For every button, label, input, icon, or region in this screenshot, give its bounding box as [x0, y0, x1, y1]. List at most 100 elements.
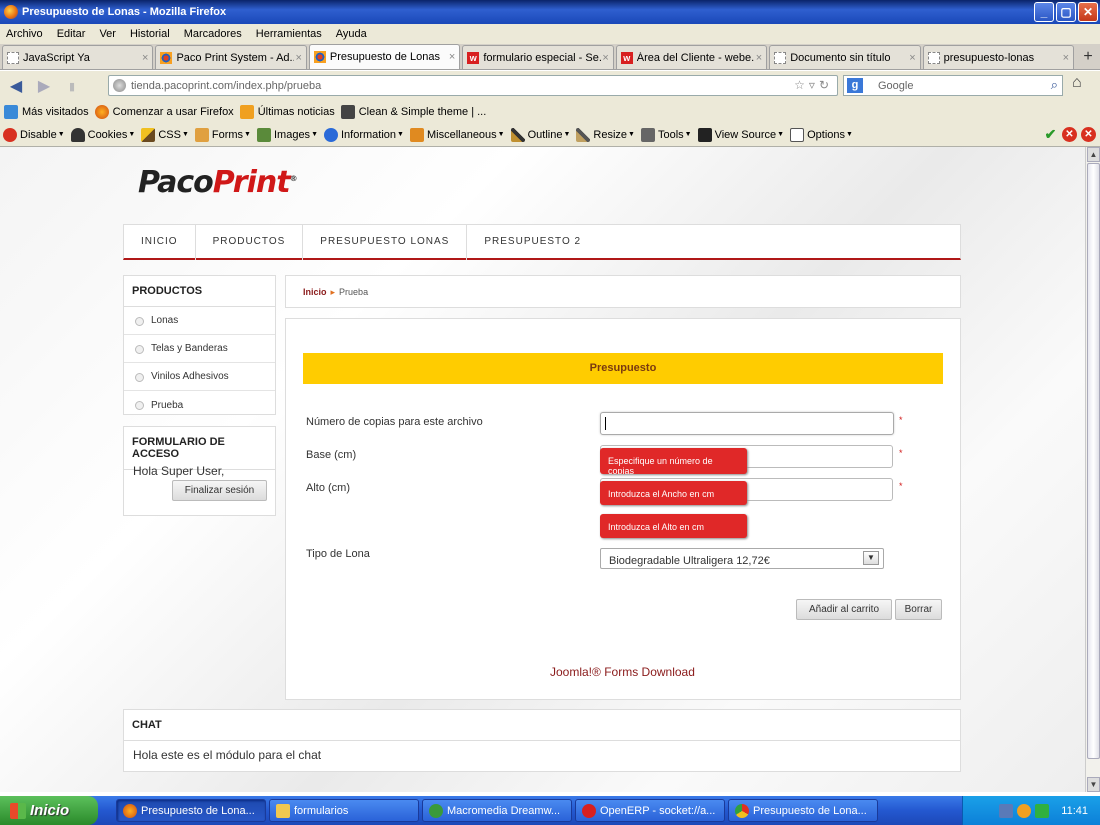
options-menu[interactable]: Options ▼	[790, 127, 853, 142]
bookmark-item[interactable]: Comenzar a usar Firefox	[94, 105, 234, 119]
nav-inicio[interactable]: INICIO	[124, 223, 196, 260]
sidebar-item-telas[interactable]: Telas y Banderas	[124, 335, 275, 363]
scroll-up-icon[interactable]: ▲	[1087, 147, 1100, 162]
bookmark-item[interactable]: Más visitados	[4, 105, 89, 119]
menu-herramientas[interactable]: Herramientas	[256, 28, 322, 40]
chat-text: Hola este es el módulo para el chat	[133, 748, 322, 762]
vertical-scrollbar[interactable]: ▲ ▼	[1085, 147, 1100, 792]
tab-close-icon[interactable]: ×	[756, 52, 762, 64]
error-icon[interactable]: ✕	[1081, 127, 1096, 142]
menu-ayuda[interactable]: Ayuda	[336, 28, 367, 40]
miscellaneous-menu[interactable]: Miscellaneous ▼	[409, 127, 505, 142]
browser-tab[interactable]: w formulario especial - Se... ×	[462, 45, 614, 69]
home-button[interactable]: ⌂	[1072, 74, 1082, 92]
logout-button[interactable]: Finalizar sesión	[172, 480, 267, 501]
navigation-bar: ◀ ▶ ▮ tienda.pacoprint.com/index.php/pru…	[0, 71, 1100, 101]
outline-menu[interactable]: Outline ▼	[510, 127, 570, 142]
view-source-icon	[697, 127, 712, 142]
error-icon[interactable]: ✕	[1062, 127, 1077, 142]
disable-menu[interactable]: Disable ▼	[3, 127, 65, 142]
options-icon	[790, 127, 805, 142]
chevron-down-icon[interactable]: ▼	[863, 551, 879, 565]
bookmark-item[interactable]: Clean & Simple theme | ...	[340, 105, 486, 119]
taskbar-item[interactable]: OpenERP - socket://a...	[575, 799, 725, 822]
browser-tab[interactable]: JavaScript Ya ×	[2, 45, 154, 69]
taskbar-item[interactable]: Presupuesto de Lona...	[728, 799, 878, 822]
resize-icon	[576, 127, 591, 142]
alto-validation-tooltip: Introduzca el Alto en cm	[600, 514, 747, 538]
forms-icon	[194, 127, 209, 142]
rss-icon	[239, 105, 254, 119]
scroll-down-icon[interactable]: ▼	[1087, 777, 1100, 792]
tab-close-icon[interactable]: ×	[449, 51, 455, 63]
sidebar-item-lonas[interactable]: Lonas	[124, 307, 275, 335]
resize-menu[interactable]: Resize ▼	[576, 127, 635, 142]
taskbar-item[interactable]: formularios	[269, 799, 419, 822]
task-label: OpenERP - socket://a...	[600, 804, 716, 817]
taskbar-item[interactable]: Presupuesto de Lona...	[116, 799, 266, 822]
minimize-button[interactable]: _	[1034, 2, 1054, 22]
images-menu[interactable]: Images ▼	[256, 127, 318, 142]
disable-icon	[3, 127, 17, 142]
start-button[interactable]: Inicio	[0, 796, 98, 825]
tipo-select[interactable]: Biodegradable Ultraligera 12,72€ ▼	[600, 548, 884, 569]
add-to-cart-button[interactable]: Añadir al carrito	[796, 599, 892, 620]
search-bar[interactable]: g Google ⌕	[843, 75, 1063, 96]
menu-label: Images	[273, 128, 311, 141]
information-icon	[324, 127, 338, 142]
search-icon[interactable]: ⌕	[1051, 77, 1058, 93]
forward-button[interactable]: ▶	[30, 74, 58, 98]
sidebar-item-vinilos[interactable]: Vinilos Adhesivos	[124, 363, 275, 391]
nav-presupuesto-2[interactable]: PRESUPUESTO 2	[467, 224, 598, 260]
tab-close-icon[interactable]: ×	[909, 52, 915, 64]
site-logo[interactable]: PacoPrint®	[138, 165, 298, 200]
menu-editar[interactable]: Editar	[57, 28, 86, 40]
new-tab-button[interactable]: +	[1076, 45, 1100, 69]
antivirus-icon[interactable]	[1017, 803, 1032, 818]
nav-productos[interactable]: PRODUCTOS	[196, 223, 304, 260]
joomla-forms-link[interactable]: Joomla!® Forms Download	[550, 665, 695, 679]
network-icon[interactable]	[999, 803, 1014, 818]
css-menu[interactable]: CSS ▼	[141, 127, 189, 142]
tools-menu[interactable]: Tools ▼	[640, 127, 692, 142]
back-button[interactable]: ◀	[2, 74, 30, 98]
tab-label: Área del Cliente - webe...	[636, 51, 755, 64]
scroll-thumb[interactable]	[1087, 163, 1100, 759]
view-source-menu[interactable]: View Source ▼	[697, 127, 784, 142]
close-button[interactable]: ✕	[1078, 2, 1098, 22]
tab-close-icon[interactable]: ×	[295, 52, 301, 64]
forms-menu[interactable]: Forms ▼	[194, 127, 251, 142]
page-icon	[927, 51, 940, 64]
clear-button[interactable]: Borrar	[895, 599, 942, 620]
menu-historial[interactable]: Historial	[130, 28, 170, 40]
menu-bar: Archivo Editar Ver Historial Marcadores …	[0, 24, 1100, 44]
taskbar-item[interactable]: Macromedia Dreamw...	[422, 799, 572, 822]
menu-archivo[interactable]: Archivo	[6, 28, 43, 40]
url-bar[interactable]: tienda.pacoprint.com/index.php/prueba ☆▿…	[108, 75, 838, 96]
sidebar-item-prueba[interactable]: Prueba	[124, 391, 275, 419]
browser-tab-active[interactable]: Presupuesto de Lonas ×	[308, 44, 461, 69]
menu-marcadores[interactable]: Marcadores	[184, 28, 242, 40]
bookmark-item[interactable]: Últimas noticias	[239, 105, 335, 119]
maximize-button[interactable]: ▢	[1056, 2, 1076, 22]
tab-close-icon[interactable]: ×	[602, 52, 608, 64]
tab-close-icon[interactable]: ×	[1063, 52, 1069, 64]
information-menu[interactable]: Information ▼	[324, 127, 404, 142]
battery-icon[interactable]	[1035, 803, 1050, 818]
browser-tab[interactable]: w Área del Cliente - webe... ×	[615, 45, 768, 69]
menu-ver[interactable]: Ver	[99, 28, 116, 40]
browser-tab[interactable]: Paco Print System - Ad... ×	[155, 45, 307, 69]
browser-tab[interactable]: Documento sin título ×	[769, 45, 921, 69]
tab-close-icon[interactable]: ×	[142, 52, 148, 64]
breadcrumb-home[interactable]: Inicio	[303, 287, 327, 297]
nav-presupuesto-lonas[interactable]: PRESUPUESTO LONAS	[303, 223, 468, 260]
bookmark-star-icon[interactable]: ☆▿↻	[794, 78, 833, 92]
url-text: tienda.pacoprint.com/index.php/prueba	[131, 79, 322, 92]
check-icon[interactable]: ✔	[1043, 126, 1058, 142]
cookies-menu[interactable]: Cookies ▼	[70, 127, 135, 142]
breadcrumb: Inicio ▸ Prueba	[285, 275, 961, 308]
browser-tab[interactable]: presupuesto-lonas ×	[922, 45, 1075, 69]
login-module: FORMULARIO DE ACCESO Hola Super User, Fi…	[123, 426, 276, 516]
copies-input[interactable]	[600, 412, 894, 435]
main-navigation: INICIO PRODUCTOS PRESUPUESTO LONAS PRESU…	[123, 223, 961, 260]
